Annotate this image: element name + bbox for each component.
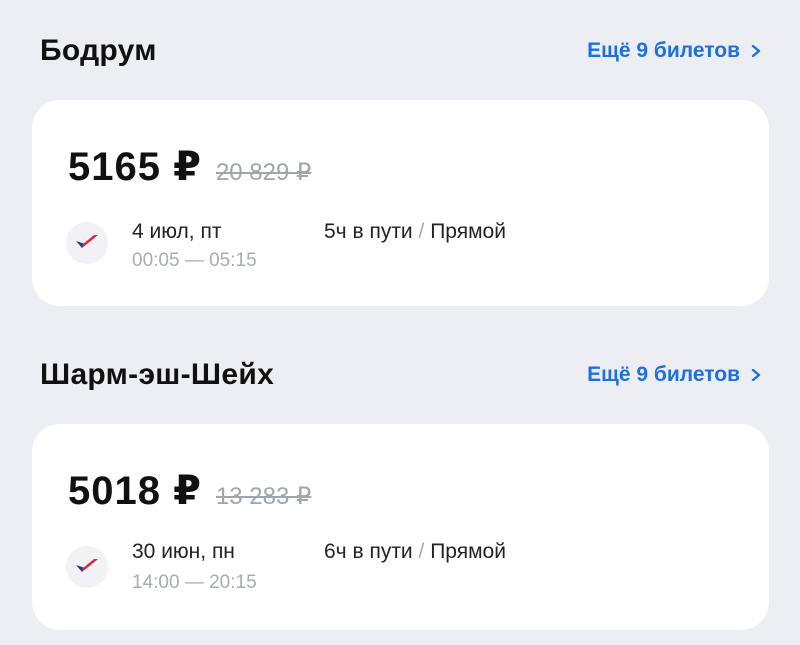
price-row: 5018 ₽ 13 283 ₽ <box>68 468 311 514</box>
flight-date: 4 июл, пт <box>132 220 222 243</box>
flight-info: 6ч в пути / Прямой <box>324 540 506 564</box>
flight-duration: 6ч в пути <box>324 540 413 563</box>
flight-info: 5ч в пути / Прямой <box>324 220 506 244</box>
section-title: Бодрум <box>40 34 157 67</box>
ticket-card-sharm[interactable]: 5018 ₽ 13 283 ₽ 30 июн, пн 14:00 — 20:15… <box>32 424 769 630</box>
flight-date: 30 июн, пн <box>132 540 235 563</box>
flight-type: Прямой <box>430 540 506 563</box>
more-tickets-label: Ещё 9 билетов <box>587 363 740 386</box>
chevron-right-icon <box>751 369 761 381</box>
flight-duration: 5ч в пути <box>324 220 413 243</box>
ticket-price: 5165 ₽ <box>68 145 202 189</box>
ticket-old-price: 20 829 ₽ <box>215 159 312 186</box>
more-tickets-label: Ещё 9 билетов <box>587 39 740 62</box>
section-header-sharm: Шарм-эш-Шейх Ещё 9 билетов <box>40 358 762 392</box>
section-header-bodrum: Бодрум Ещё 9 билетов <box>40 34 762 68</box>
more-tickets-link[interactable]: Ещё 9 билетов <box>587 363 762 387</box>
flight-times: 14:00 — 20:15 <box>132 572 257 593</box>
flight-times: 00:05 — 05:15 <box>132 250 257 271</box>
more-tickets-link[interactable]: Ещё 9 билетов <box>587 39 762 63</box>
chevron-right-icon <box>751 45 761 57</box>
flight-type: Прямой <box>430 220 506 243</box>
info-separator: / <box>418 220 425 243</box>
airline-logo-icon <box>66 222 108 264</box>
airline-logo-icon <box>66 546 108 588</box>
section-title: Шарм-эш-Шейх <box>40 358 275 391</box>
ticket-price: 5018 ₽ <box>68 469 202 513</box>
ticket-old-price: 13 283 ₽ <box>215 483 312 510</box>
info-separator: / <box>418 540 425 563</box>
ticket-card-bodrum[interactable]: 5165 ₽ 20 829 ₽ 4 июл, пт 00:05 — 05:15 … <box>32 100 769 306</box>
price-row: 5165 ₽ 20 829 ₽ <box>68 144 311 190</box>
